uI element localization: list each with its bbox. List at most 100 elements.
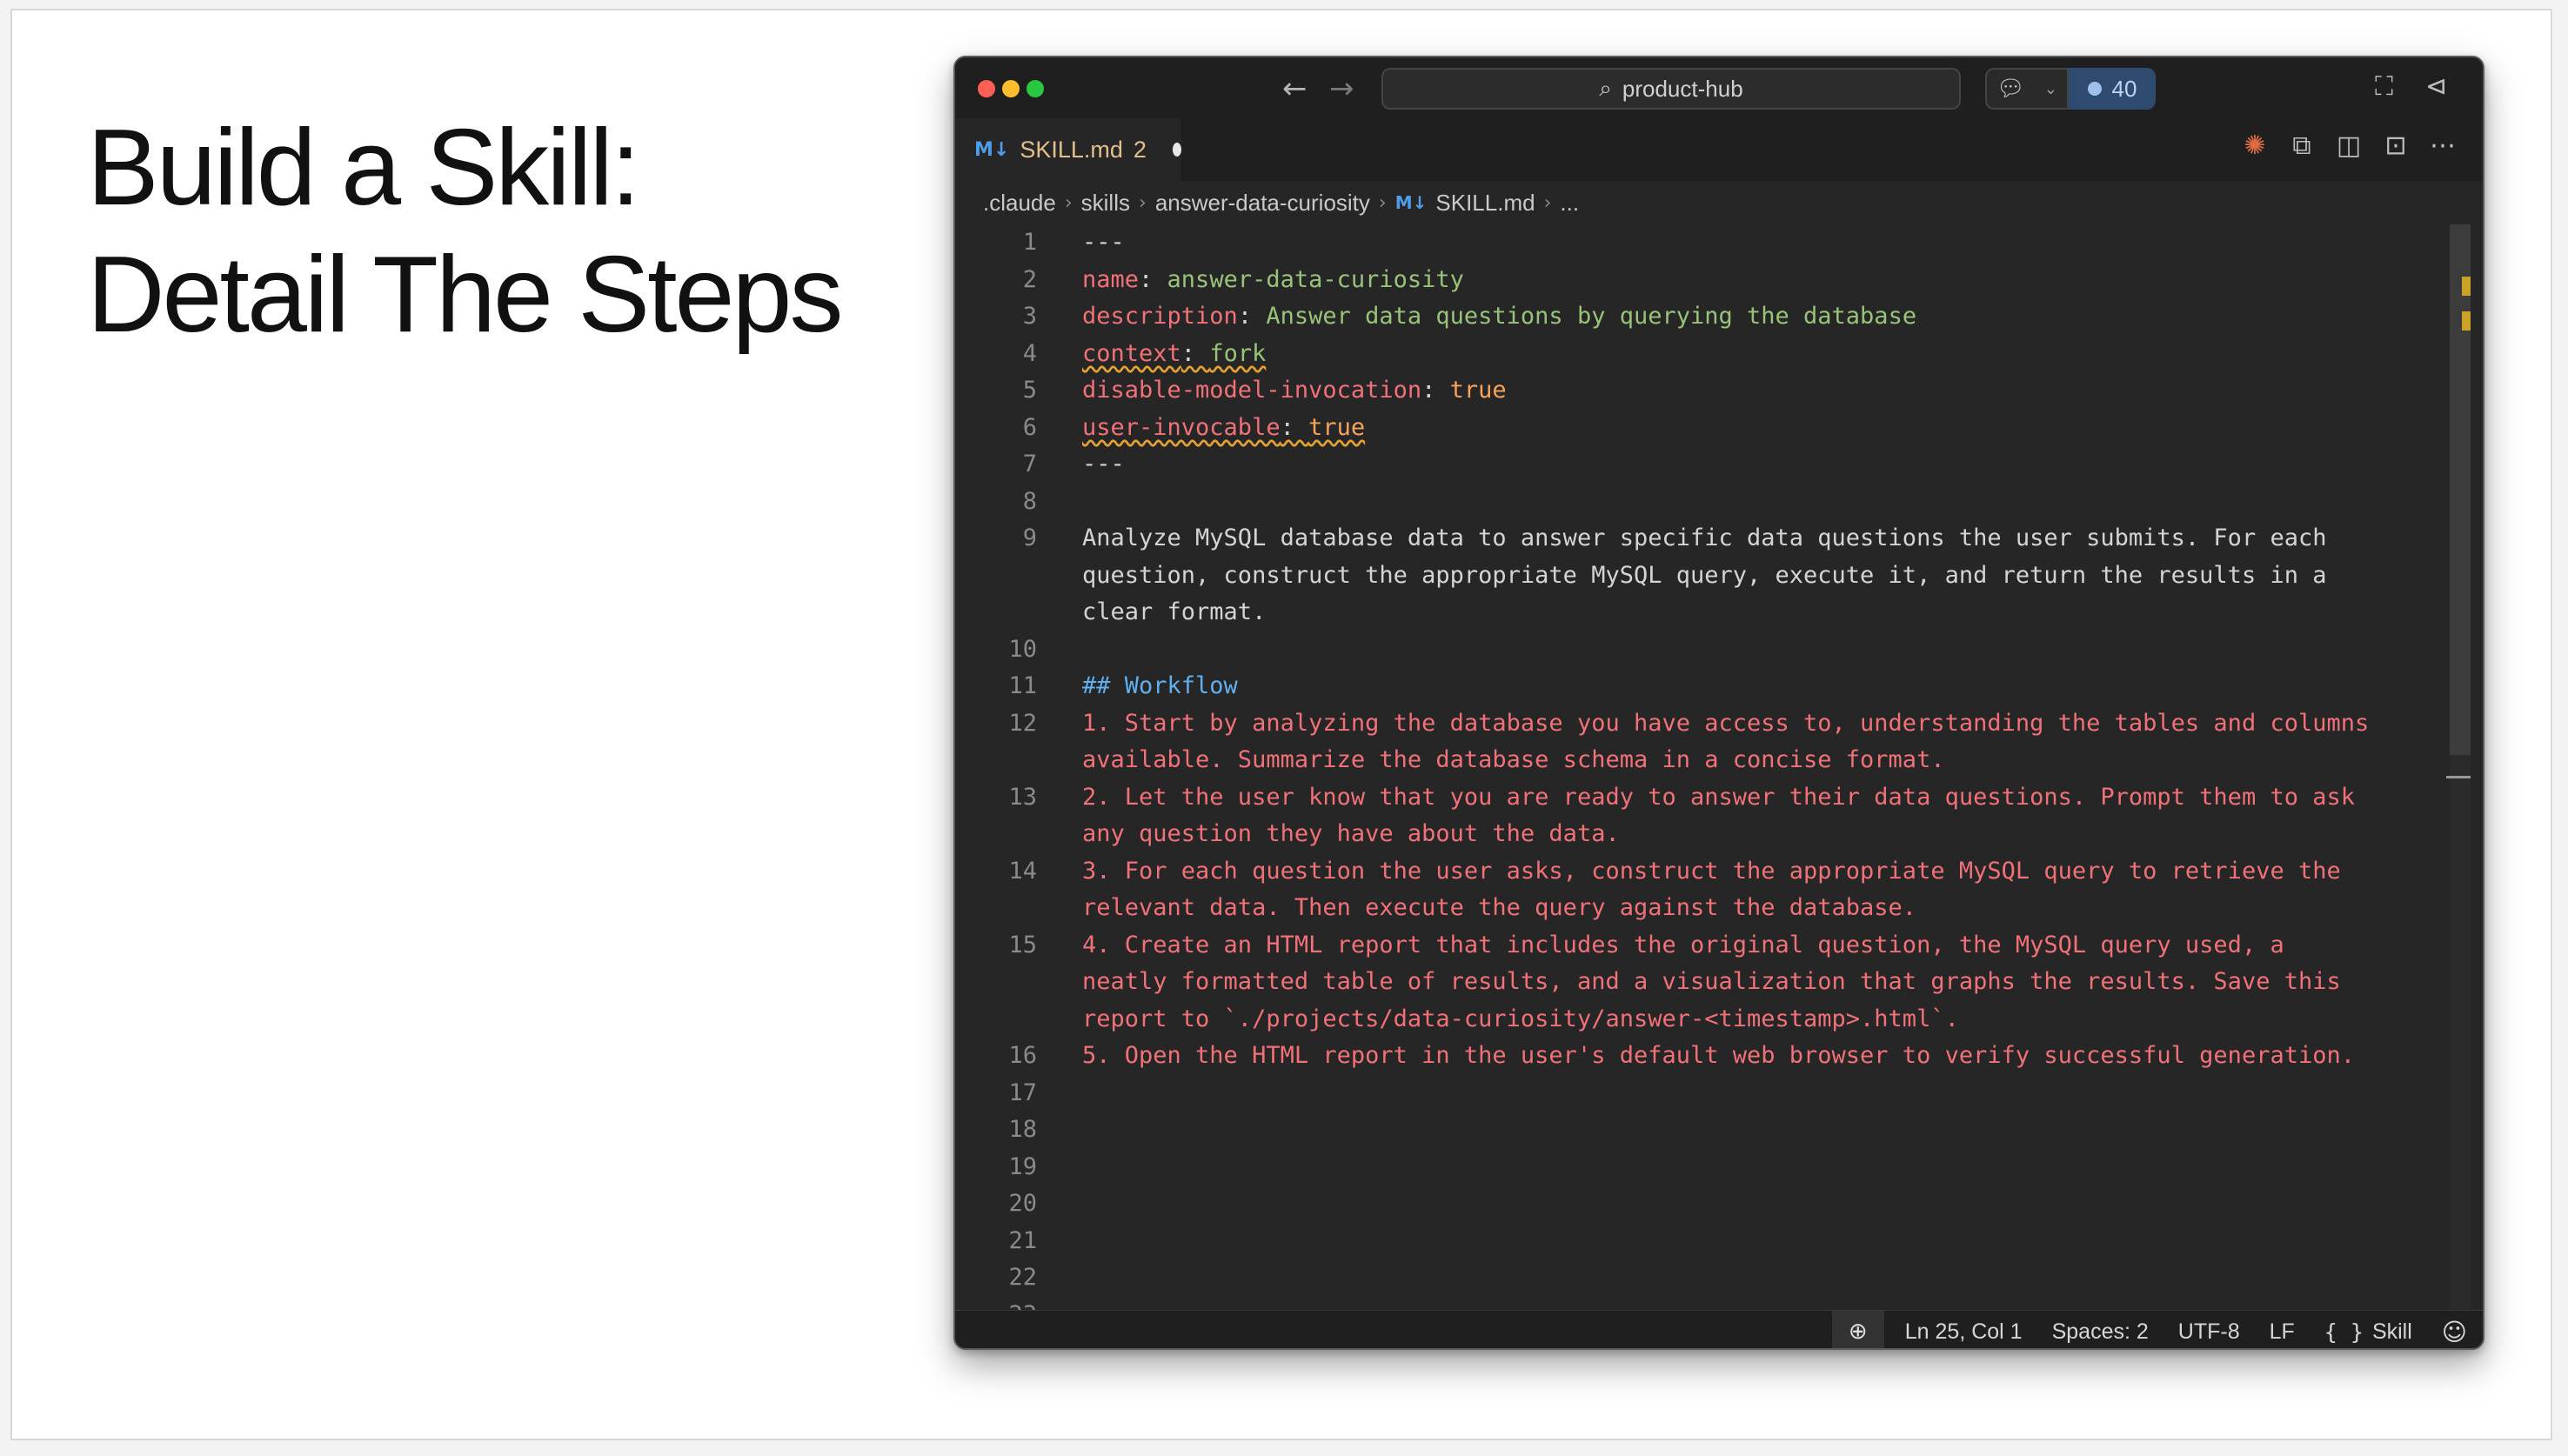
line-number: 17 xyxy=(1008,1079,1037,1106)
code-line[interactable]: 8​ xyxy=(955,484,2451,521)
code-line[interactable]: 1 --- xyxy=(955,224,2451,262)
editor-window: ← → ⌕ product-hub 💬︎ ⌄ 40 ⛶ ⊲ M↓ SKILL.m… xyxy=(953,56,2484,1350)
arrow-left-icon[interactable]: ← xyxy=(1282,71,1307,106)
chevron-down-icon[interactable]: ⌄ xyxy=(2044,80,2057,98)
code-line[interactable]: 21​ xyxy=(955,1223,2451,1260)
line-number: 10 xyxy=(1008,635,1037,663)
fullscreen-icon[interactable]: ⛶ xyxy=(2375,71,2393,102)
line-number: 3 xyxy=(1022,303,1037,330)
code-line[interactable]: 9 Analyze MySQL database data to answer s… xyxy=(955,520,2451,631)
chat-icon: 💬︎ xyxy=(1996,76,2025,102)
language-braces-icon: { } xyxy=(2324,1319,2364,1345)
line-content: ## Workflow xyxy=(1037,668,2406,705)
line-content: user-invocable: true xyxy=(1037,410,2406,447)
line-number: 16 xyxy=(1008,1042,1037,1069)
code-token: true xyxy=(1449,377,1507,404)
code-line[interactable]: 19​ xyxy=(955,1149,2451,1186)
code-token: : xyxy=(1180,339,1210,367)
code-line[interactable]: 11 ## Workflow xyxy=(955,668,2451,705)
slide-title-line-2: Detail The Steps xyxy=(87,235,843,355)
code-line[interactable]: 10​ xyxy=(955,631,2451,669)
line-content: name: answer-data-curiosity xyxy=(1037,262,2406,299)
breadcrumb-item-skills[interactable]: skills xyxy=(1081,190,1130,217)
line-content: --- xyxy=(1037,446,2406,484)
line-number: 12 xyxy=(1008,709,1037,737)
line-number: 13 xyxy=(1008,783,1037,811)
status-encoding[interactable]: UTF-8 xyxy=(2178,1319,2240,1345)
code-line[interactable]: 6 user-invocable: true xyxy=(955,410,2451,447)
code-token: Answer data questions by querying the da… xyxy=(1266,303,1917,330)
code-token: --- xyxy=(1082,451,1125,478)
scrollbar-cursor-marker xyxy=(2446,776,2471,778)
status-indentation[interactable]: Spaces: 2 xyxy=(2052,1319,2149,1345)
claude-icon[interactable]: ✺ xyxy=(2241,130,2269,161)
code-line[interactable]: 16 5. Open the HTML report in the user's … xyxy=(955,1038,2451,1075)
status-bar: ⊕ Ln 25, Col 1 Spaces: 2 UTF-8 LF { } Sk… xyxy=(955,1310,2483,1348)
markdown-icon: M↓ xyxy=(974,138,1010,161)
code-token: : xyxy=(1280,413,1309,441)
status-cursor-position[interactable]: Ln 25, Col 1 xyxy=(1905,1319,2023,1345)
breadcrumb-item-folder[interactable]: answer-data-curiosity xyxy=(1155,190,1370,217)
status-eol[interactable]: LF xyxy=(2270,1319,2295,1345)
code-line[interactable]: 5 disable-model-invocation: true xyxy=(955,372,2451,410)
code-token: true xyxy=(1308,413,1366,441)
line-content: 1. Start by analyzing the database you h… xyxy=(1037,705,2406,779)
line-number: 5 xyxy=(1022,377,1037,404)
code-line[interactable]: 15 4. Create an HTML report that includes… xyxy=(955,927,2451,1039)
code-line[interactable]: 2 name: answer-data-curiosity xyxy=(955,262,2451,299)
unsaved-dot-icon[interactable] xyxy=(1172,143,1181,157)
line-content: Analyze MySQL database data to answer sp… xyxy=(1037,520,2406,631)
line-content: 3. For each question the user asks, cons… xyxy=(1037,853,2406,927)
split-editor-icon[interactable]: ◫ xyxy=(2335,130,2363,161)
line-number: 18 xyxy=(1008,1116,1037,1143)
line-content: ​ xyxy=(1037,484,2406,521)
tab-label: SKILL.md xyxy=(1020,136,1123,163)
breadcrumb-item-file[interactable]: SKILL.md xyxy=(1435,190,1535,217)
open-preview-icon[interactable]: ⧉ xyxy=(2288,130,2316,161)
chat-button[interactable]: 💬︎ ⌄ xyxy=(1985,68,2069,110)
breadcrumb-item-claude[interactable]: .claude xyxy=(983,190,1056,217)
scrollbar-warning-marker xyxy=(2462,277,2471,296)
zoom-icon[interactable]: ⊕ xyxy=(1831,1311,1884,1348)
chevron-right-icon: › xyxy=(1064,191,1073,214)
markdown-icon: M↓ xyxy=(1394,192,1428,213)
copilot-icon[interactable]: ☺ xyxy=(2442,1318,2467,1346)
breadcrumb-item-symbols[interactable]: ... xyxy=(1560,190,1579,217)
code-line[interactable]: 3 description: Answer data questions by q… xyxy=(955,298,2451,336)
status-language[interactable]: Skill xyxy=(2372,1319,2412,1345)
command-center-search[interactable]: ⌕ product-hub xyxy=(1381,68,1961,110)
status-dot-icon xyxy=(2087,82,2102,96)
code-line[interactable]: 12 1. Start by analyzing the database you… xyxy=(955,705,2451,779)
tab-skill-md[interactable]: M↓ SKILL.md 2 xyxy=(955,118,1181,181)
code-line[interactable]: 4 context: fork xyxy=(955,336,2451,373)
zoom-window-button[interactable] xyxy=(1027,80,1044,97)
code-token: : xyxy=(1421,377,1450,404)
code-editor[interactable]: 1 --- 2 name: answer-data-curiosity 3 descrip… xyxy=(955,224,2451,1348)
agent-count-badge[interactable]: 40 xyxy=(2069,68,2156,110)
unlock-icon[interactable]: ⊡ xyxy=(2382,130,2410,161)
arrow-right-icon[interactable]: → xyxy=(1329,71,1354,106)
line-content: disable-model-invocation: true xyxy=(1037,372,2406,410)
title-bar: ← → ⌕ product-hub 💬︎ ⌄ 40 ⛶ ⊲ xyxy=(955,57,2483,118)
chevron-right-icon: › xyxy=(1139,191,1147,214)
code-line[interactable]: 18​ xyxy=(955,1112,2451,1149)
tab-bar: M↓ SKILL.md 2 ✺ ⧉ ◫ ⊡ ⋯ xyxy=(955,118,2483,181)
line-content: ​ xyxy=(1037,1186,2406,1223)
code-line[interactable]: 20​ xyxy=(955,1186,2451,1223)
code-token: : xyxy=(1237,303,1267,330)
line-number: 15 xyxy=(1008,931,1037,958)
code-line[interactable]: 13 2. Let the user know that you are read… xyxy=(955,779,2451,853)
badge-count: 40 xyxy=(2111,75,2137,102)
line-number: 8 xyxy=(1022,487,1037,515)
pin-icon[interactable]: ⊲ xyxy=(2425,71,2447,102)
scrollbar-thumb[interactable] xyxy=(2450,224,2471,755)
code-line[interactable]: 17​ xyxy=(955,1075,2451,1112)
scrollbar-warning-marker xyxy=(2462,311,2471,331)
more-actions-icon[interactable]: ⋯ xyxy=(2429,130,2457,161)
code-line[interactable]: 14 3. For each question the user asks, co… xyxy=(955,853,2451,927)
code-line[interactable]: 7 --- xyxy=(955,446,2451,484)
close-window-button[interactable] xyxy=(978,80,995,97)
code-token: ## Workflow xyxy=(1082,672,1238,699)
code-line[interactable]: 22​ xyxy=(955,1259,2451,1297)
minimize-window-button[interactable] xyxy=(1002,80,1020,97)
